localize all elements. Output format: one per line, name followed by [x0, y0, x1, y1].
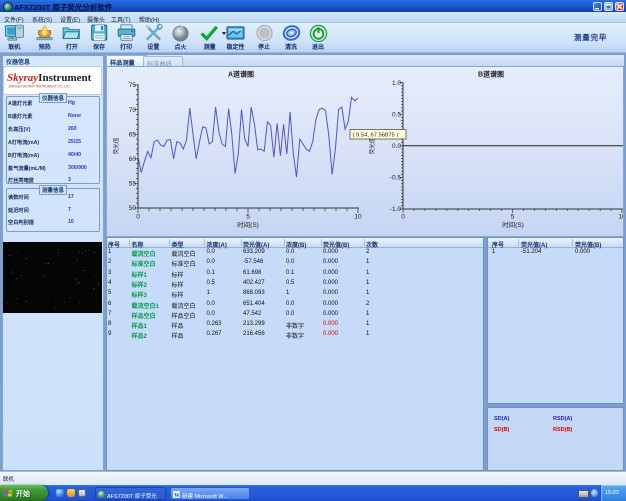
svg-text:55: 55 — [129, 181, 137, 188]
svg-text:A道谱图: A道谱图 — [228, 70, 254, 79]
svg-text:75: 75 — [129, 82, 137, 89]
svg-text:时间(S): 时间(S) — [237, 220, 259, 229]
svg-text:0: 0 — [136, 214, 140, 221]
svg-text:-1.0: -1.0 — [390, 206, 402, 213]
svg-text:0.5: 0.5 — [392, 111, 401, 118]
svg-text:65: 65 — [129, 131, 137, 138]
svg-text:0.0: 0.0 — [392, 143, 401, 150]
svg-text:荧光值: 荧光值 — [112, 137, 120, 154]
svg-text:W: W — [174, 493, 180, 498]
svg-text:5: 5 — [246, 214, 250, 221]
svg-text:0: 0 — [401, 214, 405, 221]
svg-text:10: 10 — [618, 214, 623, 221]
svg-text:50: 50 — [129, 205, 137, 212]
svg-text:5: 5 — [511, 214, 515, 221]
svg-text:60: 60 — [129, 156, 137, 163]
svg-text:10: 10 — [354, 214, 362, 221]
svg-text:( 9.54, 67.56875 ): ( 9.54, 67.56875 ) — [353, 133, 399, 139]
svg-text:荧光值: 荧光值 — [368, 137, 376, 154]
svg-text:B道谱图: B道谱图 — [478, 70, 504, 79]
svg-text:1.0: 1.0 — [392, 80, 401, 87]
svg-text:70: 70 — [129, 107, 137, 114]
svg-text:时间(S): 时间(S) — [502, 220, 524, 229]
svg-text:-0.5: -0.5 — [390, 175, 402, 182]
